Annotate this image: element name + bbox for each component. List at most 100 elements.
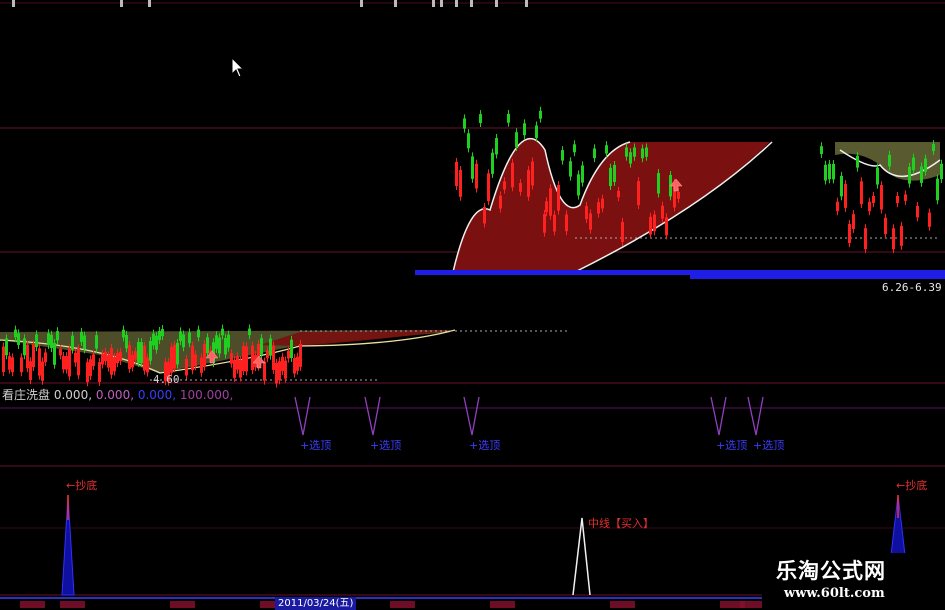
- stock-chart-canvas: [0, 0, 945, 608]
- top-tick: [525, 0, 528, 7]
- candle: [299, 344, 302, 367]
- candle: [868, 201, 871, 212]
- watermark: 乐淘公式网 www.60lt.com: [762, 553, 945, 609]
- candle: [47, 333, 50, 346]
- candle: [56, 331, 59, 341]
- candle: [617, 190, 620, 198]
- top-tick: [495, 0, 498, 7]
- candle: [65, 356, 68, 370]
- candle: [629, 152, 632, 164]
- candle: [293, 358, 296, 374]
- top-signal-spike: [710, 396, 727, 436]
- top-tick: [440, 0, 443, 7]
- candle: [59, 349, 62, 356]
- candle: [236, 356, 239, 370]
- candle: [820, 146, 823, 154]
- candle: [38, 348, 41, 376]
- candle: [260, 338, 263, 355]
- candle: [828, 163, 831, 180]
- candle: [565, 214, 568, 232]
- candle: [896, 196, 899, 204]
- candle: [170, 346, 173, 373]
- candle: [519, 182, 522, 192]
- candle: [569, 161, 572, 177]
- candle: [848, 223, 851, 244]
- candle: [176, 342, 179, 365]
- candle: [80, 331, 83, 342]
- candle: [200, 357, 203, 373]
- candle: [251, 345, 254, 371]
- candle: [188, 332, 191, 344]
- candle: [649, 216, 652, 235]
- candle: [62, 355, 65, 370]
- top-tick: [12, 0, 15, 7]
- top-signal-spike: [294, 396, 311, 436]
- top-tick: [394, 0, 397, 7]
- mid-buy-signal: 中线【买入】: [588, 517, 654, 530]
- candle: [852, 214, 855, 230]
- candle: [11, 357, 14, 373]
- watermark-title: 乐淘公式网: [776, 558, 886, 583]
- candle: [549, 188, 552, 216]
- candle: [191, 345, 194, 371]
- bottom-signal-right: ←抄底: [896, 479, 928, 492]
- candle: [605, 145, 608, 154]
- support-line: [415, 270, 945, 275]
- candle: [665, 217, 668, 236]
- candle: [53, 343, 56, 365]
- candle: [278, 361, 281, 381]
- candle: [495, 137, 498, 155]
- candle: [645, 147, 648, 157]
- date-axis-highlight[interactable]: 2011/03/24(五): [275, 597, 357, 610]
- candle: [101, 353, 104, 365]
- candle: [125, 335, 128, 349]
- candle: [479, 114, 482, 124]
- candle: [876, 167, 879, 185]
- candle: [155, 335, 158, 350]
- candle: [218, 337, 221, 354]
- candle: [912, 157, 915, 171]
- candle: [5, 338, 8, 356]
- top-signal-spike: [364, 396, 381, 436]
- candle: [653, 214, 656, 232]
- candle: [459, 170, 462, 197]
- candle: [92, 354, 95, 367]
- candle: [137, 341, 140, 363]
- candle: [467, 133, 470, 149]
- candle: [531, 161, 534, 186]
- date-axis-tick: [610, 601, 635, 608]
- candle: [908, 166, 911, 184]
- candle: [224, 337, 227, 355]
- candle: [601, 198, 604, 209]
- candle: [98, 362, 101, 382]
- candle: [463, 118, 466, 129]
- candle: [23, 338, 26, 356]
- date-axis-tick: [170, 601, 195, 608]
- candle: [511, 162, 514, 188]
- candle: [491, 152, 494, 174]
- indicator-name[interactable]: 看庄洗盘: [2, 388, 50, 402]
- candle: [609, 167, 612, 187]
- candle: [860, 181, 863, 205]
- candle: [515, 132, 518, 147]
- candle: [597, 202, 600, 214]
- indicator-header: 看庄洗盘 0.000, 0.000, 0.000, 100.000,: [2, 386, 233, 403]
- candle: [633, 147, 636, 157]
- candle: [32, 344, 35, 368]
- candle: [892, 228, 895, 250]
- candle: [589, 213, 592, 230]
- top-signal-label: +选顶: [300, 439, 332, 452]
- candle: [122, 329, 125, 338]
- candle: [179, 331, 182, 342]
- candle: [221, 328, 224, 336]
- top-signal-spike: [463, 396, 480, 436]
- candle: [880, 185, 883, 210]
- candle: [113, 356, 116, 372]
- candle: [86, 362, 89, 383]
- candle: [625, 147, 628, 157]
- candle: [128, 345, 131, 369]
- candle: [35, 334, 38, 348]
- indicator-value-4: 100.000,: [179, 388, 234, 402]
- candle: [245, 346, 248, 372]
- candle: [535, 125, 538, 138]
